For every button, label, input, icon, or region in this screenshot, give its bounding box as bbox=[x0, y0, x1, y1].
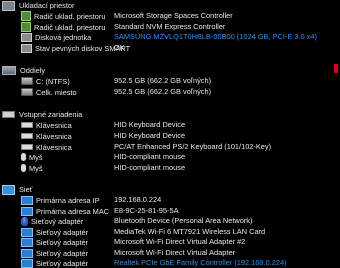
input-row[interactable]: Myš HID-compliant mouse bbox=[0, 163, 330, 173]
partition-row[interactable]: C: (NTFS) 952.5 GB (662.2 GB voľných) bbox=[0, 76, 330, 86]
row-value: HID-compliant mouse bbox=[114, 152, 186, 161]
row-key: Radič uklad. priestoru bbox=[34, 11, 106, 21]
row-key: Sieťový adaptér bbox=[31, 216, 84, 226]
controller-icon bbox=[21, 22, 31, 32]
disk-model-link[interactable]: SAMSUNG MZVLQ1T0HBLB-00B00 (1024 GB, PCI… bbox=[114, 32, 317, 42]
row-value: Microsoft Wi-Fi Direct Virtual Adapter bbox=[114, 248, 236, 257]
row-key: Sieťový adaptér bbox=[36, 227, 89, 237]
network-row[interactable]: Sieťový adaptér Microsoft Wi-Fi Direct V… bbox=[0, 237, 330, 247]
row-key: Myš bbox=[29, 163, 43, 173]
storage-row[interactable]: Disková jednotka SAMSUNG MZVLQ1T0HBLB-00… bbox=[0, 32, 330, 42]
network-row[interactable]: Sieťový adaptér MediaTek Wi-Fi 6 MT7921 … bbox=[0, 227, 330, 237]
storage-section-header[interactable]: Ukladací priestor bbox=[2, 0, 75, 11]
row-value: PC/AT Enhanced PS/2 Keyboard (101/102-Ke… bbox=[114, 142, 272, 151]
input-section-title: Vstupné zariadenia bbox=[19, 110, 83, 119]
row-key: Disková jednotka bbox=[35, 32, 92, 42]
input-section-header[interactable]: Vstupné zariadenia bbox=[2, 110, 82, 119]
storage-row[interactable]: Radič uklad. priestoru Microsoft Storage… bbox=[0, 11, 330, 21]
row-value: MediaTek Wi-Fi 6 MT7921 Wireless LAN Car… bbox=[114, 227, 266, 236]
row-key: Celk. miesto bbox=[36, 87, 77, 97]
row-value: Standard NVM Express Controller bbox=[114, 22, 226, 31]
network-icon bbox=[21, 258, 33, 268]
row-key: Sieťový adaptér bbox=[36, 258, 89, 268]
network-row[interactable]: Primárna adresa IP 192.168.0.224 bbox=[0, 195, 330, 205]
row-key: Sieťový adaptér bbox=[36, 237, 89, 247]
keyboard-icon bbox=[21, 144, 33, 150]
row-key: Primárna adresa MAC bbox=[36, 206, 110, 216]
network-icon bbox=[21, 195, 33, 205]
partition-row[interactable]: Celk. miesto 952.5 GB (662.2 GB voľných) bbox=[0, 87, 330, 97]
storage-section-title: Ukladací priestor bbox=[19, 1, 75, 10]
controller-icon bbox=[21, 11, 31, 21]
input-row[interactable]: Myš HID-compliant mouse bbox=[0, 152, 330, 162]
row-value: Microsoft Storage Spaces Controller bbox=[114, 11, 233, 20]
row-value: Microsoft Wi-Fi Direct Virtual Adapter #… bbox=[114, 237, 246, 246]
partition-icon bbox=[2, 66, 16, 75]
network-row[interactable]: Primárna adresa MAC E8-9C-25-81-95-5A bbox=[0, 206, 330, 216]
row-key: Klávesnica bbox=[36, 142, 72, 152]
bluetooth-icon: ᛒ bbox=[21, 216, 28, 226]
drive-icon bbox=[21, 77, 33, 85]
storage-icon bbox=[2, 0, 15, 11]
network-icon bbox=[21, 237, 33, 247]
network-icon bbox=[21, 248, 33, 258]
edge-marker bbox=[334, 64, 338, 73]
row-key: Radič uklad. priestoru bbox=[34, 22, 106, 32]
partitions-section-header[interactable]: Oddiely bbox=[2, 66, 45, 75]
row-value: 192.168.0.224 bbox=[114, 195, 162, 204]
row-key: Sieťový adaptér bbox=[36, 248, 89, 258]
row-key: C: (NTFS) bbox=[36, 76, 70, 86]
disk-icon bbox=[21, 43, 32, 53]
disk-icon bbox=[21, 32, 32, 42]
network-section-header[interactable]: Sieť bbox=[2, 184, 33, 195]
storage-row[interactable]: Stav pevných diskov SMART OK bbox=[0, 43, 330, 53]
row-value: 952.5 GB (662.2 GB voľných) bbox=[114, 87, 212, 96]
row-value: E8-9C-25-81-95-5A bbox=[114, 206, 179, 215]
row-value: 952.5 GB (662.2 GB voľných) bbox=[114, 76, 212, 85]
keyboard-icon bbox=[21, 122, 33, 128]
input-row[interactable]: Klávesnica HID Keyboard Device bbox=[0, 120, 330, 130]
network-row[interactable]: ᛒ Sieťový adaptér Bluetooth Device (Perso… bbox=[0, 216, 330, 226]
row-value: OK bbox=[114, 43, 125, 52]
network-row[interactable]: Sieťový adaptér Realtek PCIe GbE Family … bbox=[0, 258, 330, 268]
device-summary-panel: Ukladací priestor Radič uklad. priestoru… bbox=[0, 0, 340, 268]
partitions-section-title: Oddiely bbox=[20, 66, 46, 75]
row-key: Klávesnica bbox=[36, 120, 72, 130]
mouse-icon bbox=[21, 153, 26, 161]
row-value: HID Keyboard Device bbox=[114, 131, 186, 140]
network-icon bbox=[21, 206, 33, 216]
network-section-title: Sieť bbox=[19, 185, 33, 194]
network-icon bbox=[2, 184, 15, 195]
network-icon bbox=[21, 227, 33, 237]
row-key: Klávesnica bbox=[36, 131, 72, 141]
input-row[interactable]: Klávesnica HID Keyboard Device bbox=[0, 131, 330, 141]
row-value: Bluetooth Device (Personal Area Network) bbox=[114, 216, 253, 225]
input-row[interactable]: Klávesnica PC/AT Enhanced PS/2 Keyboard … bbox=[0, 142, 330, 152]
keyboard-icon bbox=[2, 111, 15, 118]
row-key: Primárna adresa IP bbox=[36, 195, 100, 205]
ethernet-adapter-link[interactable]: Realtek PCIe GbE Family Controller (192.… bbox=[114, 258, 287, 268]
drive-icon bbox=[21, 88, 33, 96]
row-value: HID Keyboard Device bbox=[114, 120, 186, 129]
keyboard-icon bbox=[21, 133, 33, 139]
storage-row[interactable]: Radič uklad. priestoru Standard NVM Expr… bbox=[0, 22, 330, 32]
mouse-icon bbox=[21, 164, 26, 172]
row-key: Myš bbox=[29, 152, 43, 162]
network-row[interactable]: Sieťový adaptér Microsoft Wi-Fi Direct V… bbox=[0, 248, 330, 258]
row-value: HID-compliant mouse bbox=[114, 163, 186, 172]
